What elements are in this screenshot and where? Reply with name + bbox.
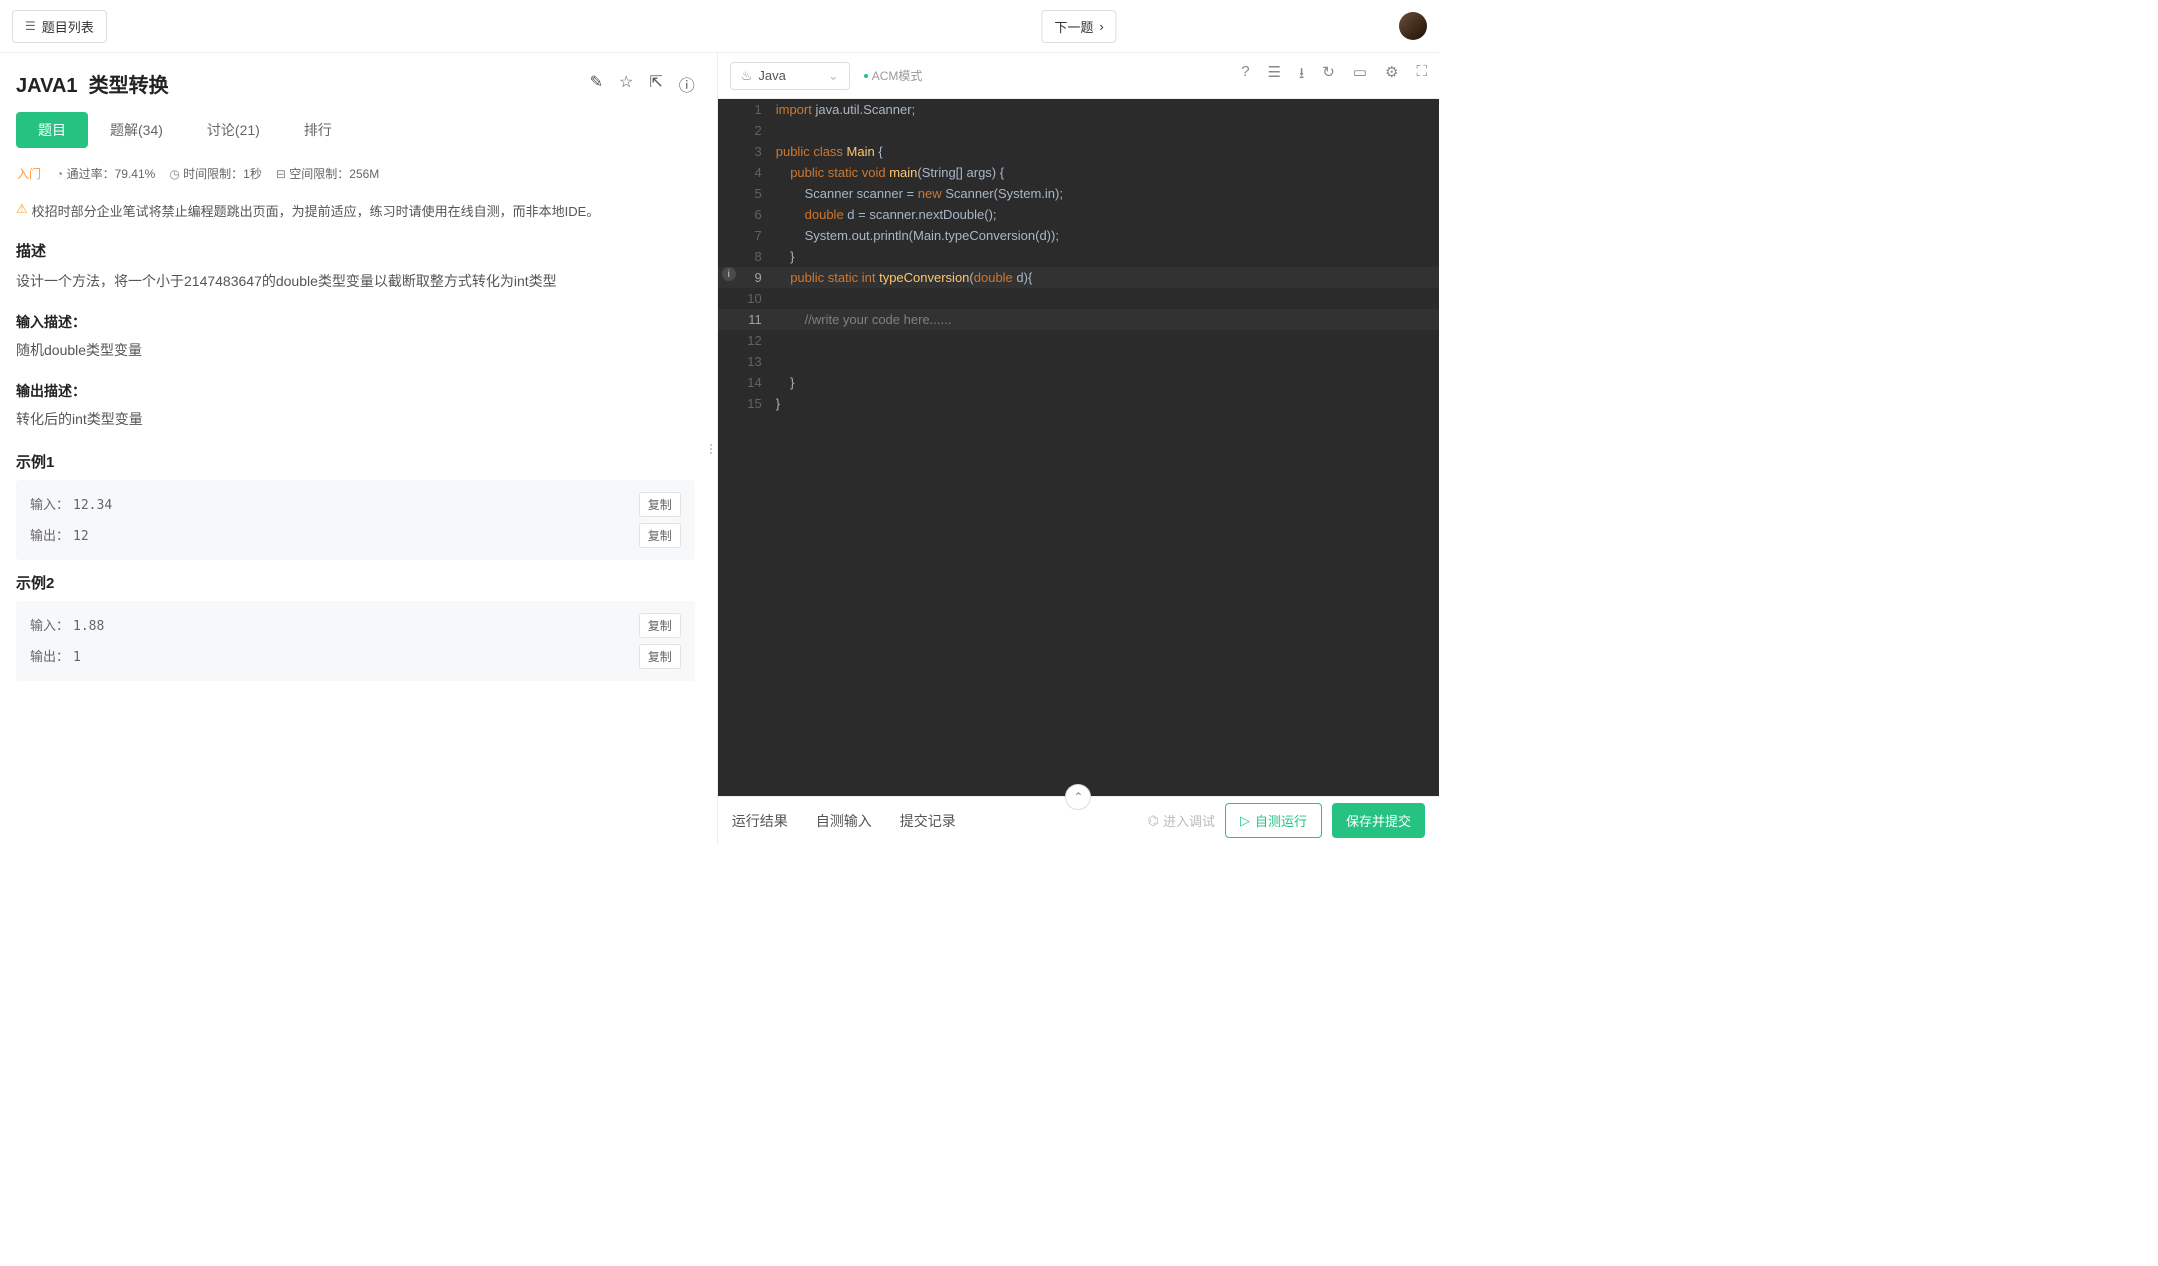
pass-rate: ◔ 通过率：79.41% [56,165,155,182]
example2-input: 1.88 [73,619,104,634]
description-heading: 描述 [16,240,695,261]
input-desc-text: 随机double类型变量 [16,338,695,363]
next-problem-label: 下一题 [1054,17,1093,36]
code-line[interactable]: 7 System.out.println(Main.typeConversion… [718,225,1439,246]
problem-tabs: 题目 题解(34) 讨论(21) 排行 [16,112,695,148]
description-text: 设计一个方法，将一个小于2147483647的double类型变量以截断取整方式… [16,269,695,294]
top-bar: ☰ 题目列表 下一题 › [0,0,1439,53]
code-line[interactable]: 12 [718,330,1439,351]
bug-icon: ⌬ [1148,813,1159,829]
input-desc-heading: 输入描述： [16,312,695,332]
copy-button[interactable]: 复制 [639,523,681,548]
tab-rank[interactable]: 排行 [282,112,354,148]
settings-icon[interactable]: ⚙ [1385,63,1398,88]
problem-panel: JAVA1 类型转换 ✎ ☆ ⇱ ⓘ 题目 题解(34) 讨论(21) 排行 [0,53,711,844]
fullscreen-icon[interactable]: ⛶ [1416,63,1427,88]
editor-panel: ♨ Java ⌄ ACM模式 ? ☰ ⭳ ↻ ▭ ⚙ ⛶ [717,53,1439,844]
layout-icon[interactable]: ▭ [1353,63,1367,88]
tab-self-input[interactable]: 自测输入 [816,811,872,831]
code-line[interactable]: 6 double d = scanner.nextDouble(); [718,204,1439,225]
tab-problem[interactable]: 题目 [16,112,88,148]
debug-button[interactable]: ⌬进入调试 [1148,811,1215,830]
example2-output: 1 [73,650,81,665]
panel-splitter[interactable] [705,53,717,844]
tab-discuss[interactable]: 讨论(21) [185,112,282,148]
copy-button[interactable]: 复制 [639,644,681,669]
list-icon: ☰ [25,19,36,33]
code-line[interactable]: 13 [718,351,1439,372]
problem-meta: 入门 ◔ 通过率：79.41% ◷ 时间限制：1秒 ⊟ 空间限制：256M [16,164,695,183]
warning-banner: ⚠ 校招时部分企业笔试将禁止编程题跳出页面，为提前适应，练习时请使用在线自测，而… [16,201,695,220]
next-problem-button[interactable]: 下一题 › [1041,10,1116,43]
collapse-toggle[interactable]: ⌃ [1065,784,1091,810]
play-icon: ▷ [1240,813,1250,829]
example1-heading: 示例1 [16,451,695,472]
tab-submit-record[interactable]: 提交记录 [900,811,956,831]
self-run-button[interactable]: ▷自测运行 [1225,803,1322,838]
output-desc-text: 转化后的int类型变量 [16,407,695,432]
language-label: Java [758,68,785,83]
title-actions: ✎ ☆ ⇱ ⓘ [590,72,695,96]
copy-button[interactable]: 复制 [639,613,681,638]
star-icon[interactable]: ☆ [619,72,633,96]
share-icon[interactable]: ⇱ [649,72,662,96]
memory-limit: ⊟ 空间限制：256M [276,165,379,182]
refresh-icon[interactable]: ↻ [1322,63,1335,88]
copy-button[interactable]: 复制 [639,492,681,517]
download-icon[interactable]: ⭳ [1299,63,1304,88]
code-editor[interactable]: 1import java.util.Scanner;23public class… [718,99,1439,796]
avatar[interactable] [1399,12,1427,40]
code-line[interactable]: 15} [718,393,1439,414]
code-line[interactable]: 10 [718,288,1439,309]
editor-bottom-bar: ⌃ 运行结果 自测输入 提交记录 ⌬进入调试 ▷自测运行 保存并提交 [718,796,1439,844]
java-icon: ♨ [741,68,753,84]
mode-indicator: ACM模式 [864,67,923,84]
code-line[interactable]: 9i public static int typeConversion(doub… [718,267,1439,288]
notes-icon[interactable]: ☰ [1268,63,1281,88]
chevron-down-icon: ⌄ [828,68,839,84]
problem-title: JAVA1 类型转换 [16,69,169,98]
time-limit: ◷ 时间限制：1秒 [169,165,262,182]
code-line[interactable]: 2 [718,120,1439,141]
example1-input: 12.34 [73,498,112,513]
code-line[interactable]: 1import java.util.Scanner; [718,99,1439,120]
help-icon[interactable]: ? [1241,63,1249,88]
warning-text: 校招时部分企业笔试将禁止编程题跳出页面，为提前适应，练习时请使用在线自测，而非本… [32,201,600,220]
language-selector[interactable]: ♨ Java ⌄ [730,62,850,90]
code-line[interactable]: 8 } [718,246,1439,267]
edit-icon[interactable]: ✎ [590,72,603,96]
save-submit-button[interactable]: 保存并提交 [1332,803,1425,838]
tab-run-result[interactable]: 运行结果 [732,811,788,831]
code-line[interactable]: 5 Scanner scanner = new Scanner(System.i… [718,183,1439,204]
example2-block: 输入：1.88 复制 输出：1 复制 [16,601,695,681]
info-icon[interactable]: ⓘ [679,72,695,96]
problem-list-button[interactable]: ☰ 题目列表 [12,10,107,43]
output-desc-heading: 输出描述： [16,381,695,401]
example1-block: 输入：12.34 复制 输出：12 复制 [16,480,695,560]
warning-icon: ⚠ [16,201,28,220]
code-line[interactable]: 3public class Main { [718,141,1439,162]
chevron-right-icon: › [1099,19,1103,34]
tab-solution[interactable]: 题解(34) [88,112,185,148]
code-line[interactable]: 4 public static void main(String[] args)… [718,162,1439,183]
code-line[interactable]: 11 //write your code here...... [718,309,1439,330]
main-split: JAVA1 类型转换 ✎ ☆ ⇱ ⓘ 题目 题解(34) 讨论(21) 排行 [0,53,1439,844]
example2-heading: 示例2 [16,572,695,593]
code-line[interactable]: 14 } [718,372,1439,393]
difficulty-tag: 入门 [16,164,42,183]
lightbulb-icon[interactable]: i [722,267,736,281]
example1-output: 12 [73,529,89,544]
editor-toolbar: ♨ Java ⌄ ACM模式 ? ☰ ⭳ ↻ ▭ ⚙ ⛶ [718,53,1439,99]
problem-list-label: 题目列表 [42,17,94,36]
